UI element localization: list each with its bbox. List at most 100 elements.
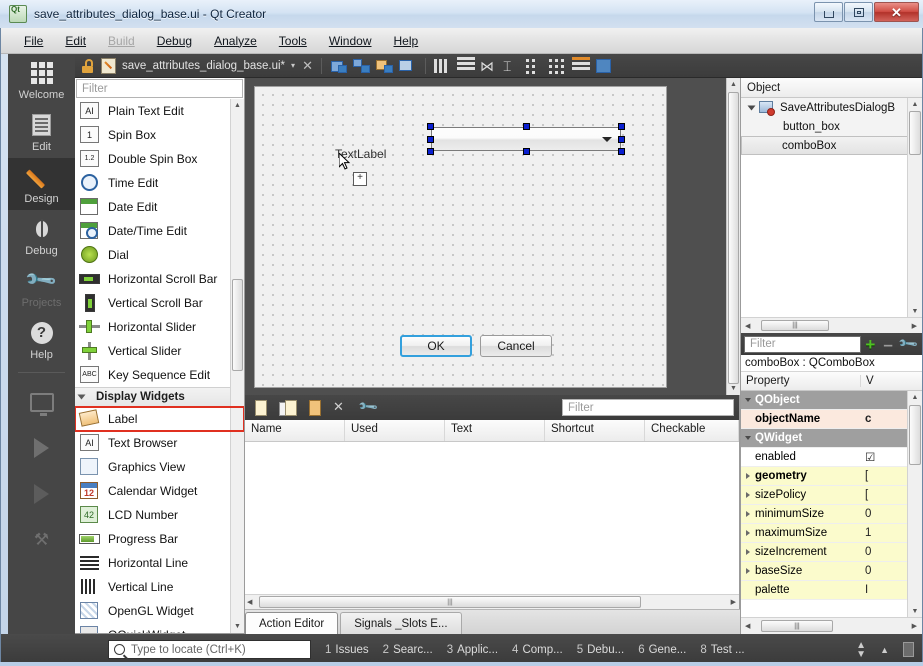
property-group-qwidget[interactable]: QWidget [741,429,908,448]
scroll-left-icon[interactable]: ◀ [745,322,750,330]
widget-item-date-edit[interactable]: Date Edit [75,195,244,219]
property-row-objectname[interactable]: objectName c [741,410,908,429]
tree-expand-icon[interactable] [746,511,750,517]
property-value[interactable]: [ [861,489,908,501]
scroll-up-icon[interactable]: ▲ [231,99,244,112]
widget-category-display-widgets[interactable]: Display Widgets [75,387,244,407]
widget-item-spin-box[interactable]: 1Spin Box [75,123,244,147]
resize-handle-left[interactable] [427,136,434,143]
widget-box-scrollbar[interactable]: ▲ ▼ [230,99,244,633]
tab-action-editor[interactable]: Action Editor [245,612,338,634]
property-row-sizepolicy[interactable]: sizePolicy [ [741,486,908,505]
form-ok-button[interactable]: OK [400,335,472,357]
tree-expand-icon[interactable] [745,398,751,402]
widget-box-filter[interactable]: Filter [76,79,243,98]
output-pane-compile[interactable]: 4Comp... [512,644,563,656]
scroll-thumb[interactable]: ||| [761,620,833,632]
copy-action-icon[interactable] [279,399,297,417]
menu-tools[interactable]: Tools [268,31,318,51]
widget-item-horizontal-slider[interactable]: Horizontal Slider [75,315,244,339]
menu-edit[interactable]: Edit [54,31,97,51]
tree-expand-icon[interactable] [745,436,751,440]
scroll-up-icon[interactable]: ▲ [908,391,922,404]
property-value[interactable]: ☑ [861,450,908,464]
scroll-thumb[interactable]: ||| [761,320,829,331]
object-inspector-vscrollbar[interactable]: ▲ ▼ [907,98,922,318]
mode-design[interactable]: Design [8,158,75,210]
widget-item-time-edit[interactable]: Time Edit [75,171,244,195]
property-value[interactable]: c [861,413,908,425]
object-inspector-hscrollbar[interactable]: ◀ ||| ▶ [741,317,922,333]
tree-expand-icon[interactable] [748,105,756,110]
property-row-minimumsize[interactable]: minimumSize 0 [741,505,908,524]
column-name[interactable]: Name [245,420,345,441]
mode-welcome[interactable]: Welcome [8,54,75,106]
close-button[interactable]: ✕ [874,2,919,22]
object-row-combobox[interactable]: comboBox [741,136,908,155]
column-value[interactable]: V [861,375,922,387]
scroll-thumb[interactable] [728,92,739,384]
debug-run-button[interactable] [8,471,75,517]
action-editor-hscrollbar[interactable]: ◀ ||| ▶ [245,594,739,609]
property-value[interactable]: I [861,584,908,596]
locator-input[interactable]: Type to locate (Ctrl+K) [108,640,311,659]
object-row-button-box[interactable]: button_box [741,117,908,136]
property-editor-vscrollbar[interactable]: ▲ ▼ [907,391,922,618]
kit-selector-button[interactable] [8,379,75,425]
menu-help[interactable]: Help [383,31,430,51]
column-text[interactable]: Text [445,420,545,441]
menu-analyze[interactable]: Analyze [203,31,268,51]
scroll-down-icon[interactable]: ▼ [231,620,244,633]
minimize-button[interactable] [814,2,843,22]
tree-expand-icon[interactable] [746,568,750,574]
menu-debug[interactable]: Debug [146,31,203,51]
edit-signals-slots-icon[interactable] [353,57,371,75]
adjust-size-icon[interactable] [595,57,613,75]
object-inspector-header[interactable]: Object [741,78,922,98]
widget-item-horizontal-scroll-bar[interactable]: Horizontal Scroll Bar [75,267,244,291]
mode-debug[interactable]: Debug [8,210,75,262]
new-action-icon[interactable] [252,399,270,417]
property-row-maximumsize[interactable]: maximumSize 1 [741,524,908,543]
mode-help[interactable]: ? Help [8,314,75,366]
widget-item-progress-bar[interactable]: Progress Bar [75,527,244,551]
edit-widgets-icon[interactable] [330,57,348,75]
property-row-palette[interactable]: palette I [741,581,908,600]
add-property-icon[interactable]: + [865,336,875,353]
object-row-dialog[interactable]: SaveAttributesDialogB [741,98,908,117]
run-button[interactable] [8,425,75,471]
layout-splitter-horizontal-icon[interactable]: ⋈ [480,57,498,75]
scroll-up-icon[interactable]: ▲ [908,98,922,111]
widget-item-key-sequence-edit[interactable]: ABCKey Sequence Edit [75,363,244,387]
widget-item-double-spin-box[interactable]: 1.2Double Spin Box [75,147,244,171]
resize-handle-bottom-right[interactable] [618,148,625,155]
scroll-thumb[interactable] [232,279,243,371]
remove-property-icon[interactable]: – [883,336,892,353]
output-pane-debugger[interactable]: 5Debu... [577,644,624,656]
build-button[interactable]: ⚒ [8,517,75,563]
property-filter-input[interactable]: Filter [744,336,861,353]
widget-item-vertical-slider[interactable]: Vertical Slider [75,339,244,363]
widget-item-text-browser[interactable]: AIText Browser [75,431,244,455]
tree-expand-icon[interactable] [746,549,750,555]
widget-item-qquickwidget[interactable]: QQuickWidget [75,623,244,633]
collapse-icon[interactable]: ▲ [880,645,889,655]
resize-handle-top-left[interactable] [427,123,434,130]
resize-handle-right[interactable] [618,136,625,143]
break-layout-icon[interactable] [572,57,590,75]
widget-item-graphics-view[interactable]: Graphics View [75,455,244,479]
column-checkable[interactable]: Checkable [645,420,739,441]
output-pane-test[interactable]: 8Test ... [700,644,744,656]
tab-signals-slots-editor[interactable]: Signals _Slots E... [340,612,461,634]
scroll-thumb[interactable] [909,405,921,465]
widget-item-horizontal-line[interactable]: Horizontal Line [75,551,244,575]
resize-handle-top-right[interactable] [618,123,625,130]
action-editor-filter[interactable]: Filter [562,399,734,416]
property-value[interactable]: 0 [861,565,908,577]
column-shortcut[interactable]: Shortcut [545,420,645,441]
output-pane-search[interactable]: 2Searc... [383,644,433,656]
scroll-right-icon[interactable]: ▶ [912,622,917,630]
form-canvas[interactable]: TextLabel + OK Cancel [254,86,667,388]
open-file-name[interactable]: save_attributes_dialog_base.ui* [122,60,285,72]
edit-buddies-icon[interactable] [376,57,394,75]
